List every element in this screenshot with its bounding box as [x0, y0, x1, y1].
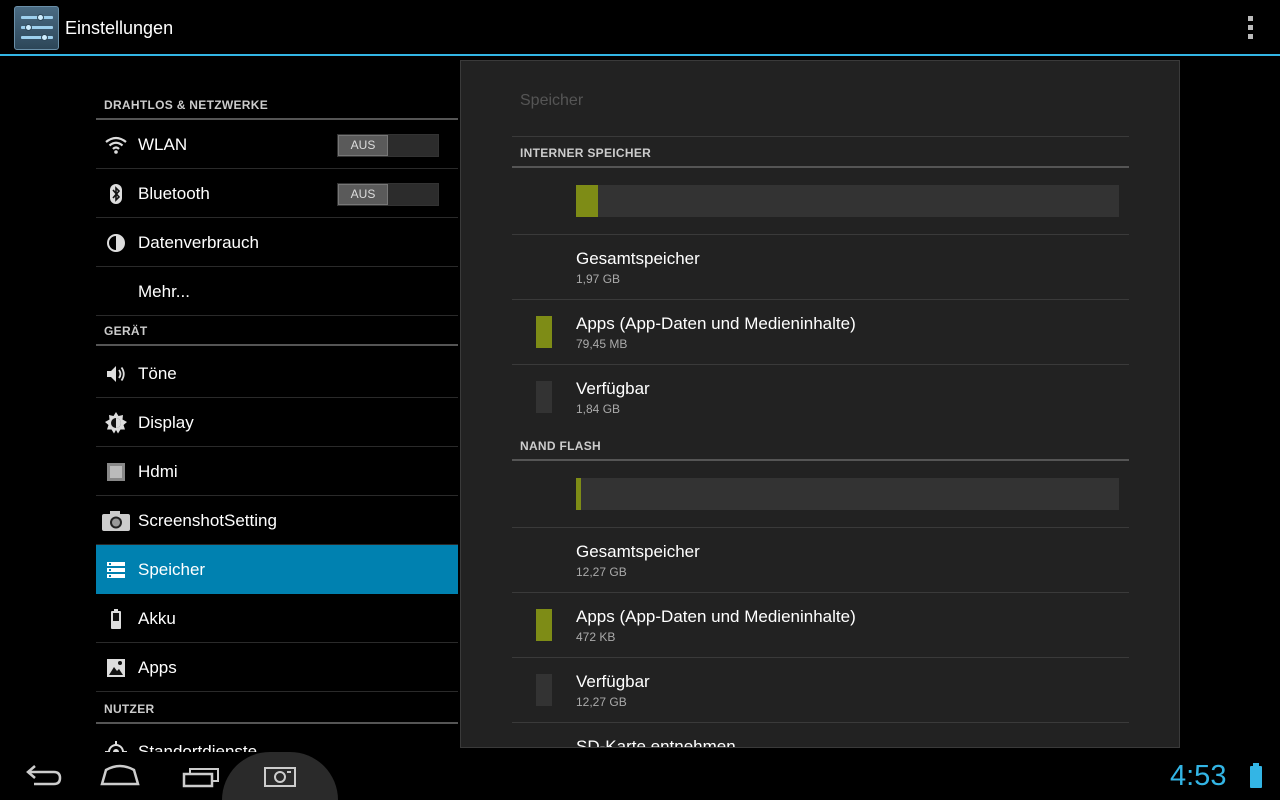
home-button[interactable]	[88, 752, 152, 800]
settings-list: DRAHTLOS & NETZWERKE WLAN AUS Bluetooth …	[96, 58, 458, 752]
nand-usage-row	[512, 460, 1129, 528]
nand-free-row[interactable]: Verfügbar 12,27 GB	[512, 658, 1129, 723]
sidebar-item-label: Datenverbrauch	[138, 233, 259, 252]
wifi-icon	[104, 133, 128, 157]
free-value: 12,27 GB	[576, 695, 627, 709]
bluetooth-icon	[104, 182, 128, 206]
sidebar-item-label: Apps	[138, 658, 177, 677]
sidebar-item-label: Bluetooth	[138, 184, 210, 203]
screenshot-camera-icon[interactable]	[248, 752, 312, 800]
sidebar-item-label: ScreenshotSetting	[138, 511, 277, 530]
action-bar: Einstellungen	[0, 0, 1280, 56]
brightness-icon	[104, 411, 128, 435]
apps-swatch	[536, 609, 552, 641]
apps-icon	[104, 656, 128, 680]
sidebar-item-label: Hdmi	[138, 462, 178, 481]
settings-app-icon[interactable]	[14, 6, 59, 50]
apps-value: 79,45 MB	[576, 337, 628, 351]
total-value: 12,27 GB	[576, 565, 627, 579]
overflow-menu-icon[interactable]	[1246, 16, 1254, 42]
nand-apps-row[interactable]: Apps (App-Daten und Medieninhalte) 472 K…	[512, 593, 1129, 658]
total-label: Gesamtspeicher	[576, 542, 700, 561]
speaker-icon	[104, 362, 128, 386]
location-icon	[104, 740, 128, 752]
apps-label: Apps (App-Daten und Medieninhalte)	[576, 607, 856, 626]
sidebar-item-apps[interactable]: Apps	[96, 643, 458, 692]
data-usage-icon	[104, 231, 128, 255]
internal-usage-bar	[576, 185, 1119, 217]
system-bar: 4:53	[0, 752, 1280, 800]
total-value: 1,97 GB	[576, 272, 621, 286]
section-header-nand: NAND FLASH	[512, 431, 1129, 461]
internal-usage-row	[512, 167, 1129, 235]
storage-panel: Speicher INTERNER SPEICHER Gesamtspeiche…	[460, 60, 1180, 748]
total-label: Gesamtspeicher	[576, 249, 700, 268]
apps-value: 472 KB	[576, 630, 616, 644]
hdmi-icon	[104, 460, 128, 484]
sidebar-item-label: WLAN	[138, 135, 188, 154]
sidebar-item-screenshotsetting[interactable]: ScreenshotSetting	[96, 496, 458, 545]
storage-icon	[104, 558, 128, 582]
free-swatch	[536, 381, 552, 413]
free-label: Verfügbar	[576, 672, 650, 691]
wlan-toggle[interactable]: AUS	[337, 134, 439, 157]
nand-usage-fill	[576, 478, 582, 510]
battery-status-icon[interactable]	[1250, 763, 1262, 788]
sidebar-item-bluetooth[interactable]: Bluetooth AUS	[96, 169, 458, 218]
free-value: 1,84 GB	[576, 402, 621, 416]
battery-icon	[104, 607, 128, 631]
sidebar-item-label: Akku	[138, 609, 176, 628]
sidebar-item-mehr[interactable]: Mehr...	[96, 267, 458, 316]
sidebar-item-label: Mehr...	[138, 282, 190, 301]
free-label: Verfügbar	[576, 379, 650, 398]
sidebar-item-display[interactable]: Display	[96, 398, 458, 447]
nand-total-row[interactable]: Gesamtspeicher 12,27 GB	[512, 528, 1129, 593]
app-title: Einstellungen	[65, 18, 174, 38]
section-header-user: NUTZER	[96, 694, 458, 724]
back-button[interactable]	[8, 752, 72, 800]
sidebar-item-wlan[interactable]: WLAN AUS	[96, 120, 458, 169]
internal-apps-row[interactable]: Apps (App-Daten und Medieninhalte) 79,45…	[512, 300, 1129, 365]
apps-label: Apps (App-Daten und Medieninhalte)	[576, 314, 856, 333]
sidebar-item-toene[interactable]: Töne	[96, 349, 458, 398]
home-icon	[100, 764, 140, 786]
panel-title: Speicher	[520, 92, 584, 109]
sidebar-item-akku[interactable]: Akku	[96, 594, 458, 643]
free-swatch	[536, 674, 552, 706]
sidebar-item-standortdienste[interactable]: Standortdienste	[96, 727, 458, 752]
back-icon	[26, 765, 62, 786]
sidebar-item-datenverbrauch[interactable]: Datenverbrauch	[96, 218, 458, 267]
sidebar-item-hdmi[interactable]: Hdmi	[96, 447, 458, 496]
internal-usage-fill	[576, 185, 598, 217]
sidebar-item-label: Standortdienste	[138, 742, 258, 752]
nand-usage-bar	[576, 478, 1119, 510]
section-header-wireless: DRAHTLOS & NETZWERKE	[96, 90, 458, 120]
bluetooth-toggle[interactable]: AUS	[337, 183, 439, 206]
internal-total-row[interactable]: Gesamtspeicher 1,97 GB	[512, 235, 1129, 300]
unmount-sd-label: SD-Karte entnehmen	[576, 737, 736, 748]
clock[interactable]: 4:53	[1170, 760, 1226, 793]
sidebar-item-label: Speicher	[138, 560, 206, 579]
section-header-internal: INTERNER SPEICHER	[512, 138, 1129, 168]
sidebar-item-speicher[interactable]: Speicher	[96, 545, 458, 594]
sidebar-item-label: Töne	[138, 364, 177, 383]
divider	[512, 136, 1129, 137]
camera-icon	[101, 509, 131, 533]
apps-swatch	[536, 316, 552, 348]
internal-free-row[interactable]: Verfügbar 1,84 GB	[512, 365, 1129, 430]
unmount-sd-row[interactable]: SD-Karte entnehmen	[512, 723, 1129, 748]
section-header-device: GERÄT	[96, 316, 458, 346]
sidebar-item-label: Display	[138, 413, 194, 432]
